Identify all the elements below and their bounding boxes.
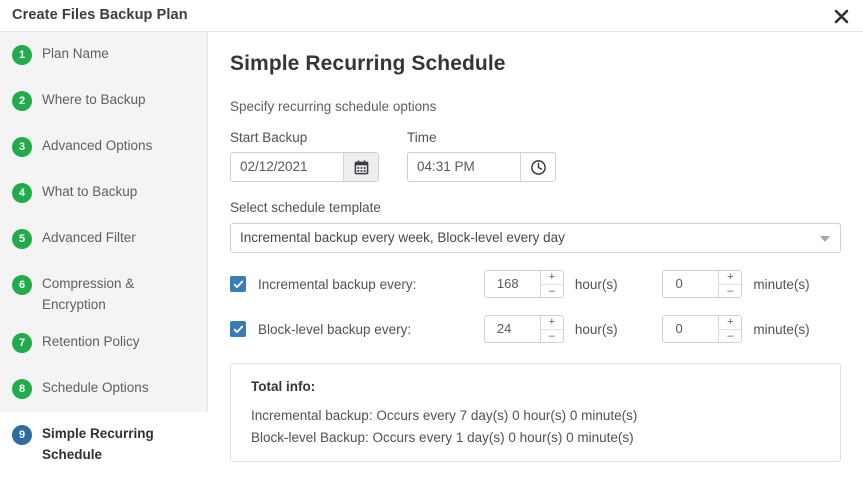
- sidebar-item-label: Simple Recurring Schedule: [42, 426, 154, 462]
- sidebar-item-where-to-backup[interactable]: 2 Where to Backup: [0, 78, 208, 124]
- dialog-title: Create Files Backup Plan: [12, 7, 188, 23]
- wizard-sidebar: 1 Plan Name 2 Where to Backup 3 Advanced…: [0, 32, 208, 502]
- block-level-minutes-increment-button[interactable]: +: [719, 316, 742, 330]
- create-backup-plan-dialog: Create Files Backup Plan 1 Plan Name 2 W…: [0, 0, 863, 502]
- total-info-line-incremental: Incremental backup: Occurs every 7 day(s…: [251, 408, 638, 423]
- step-badge-5: 5: [12, 229, 32, 249]
- sidebar-item-label: What to Backup: [42, 184, 138, 199]
- step-badge-4: 4: [12, 183, 32, 203]
- time-group: Time 04:31 PM: [407, 130, 556, 182]
- chevron-down-icon: [820, 236, 830, 242]
- incremental-hours-value[interactable]: 168: [485, 271, 540, 297]
- start-backup-group: Start Backup 02/12/2021: [230, 130, 379, 182]
- step-badge-6: 6: [12, 275, 32, 295]
- incremental-minutes-decrement-button[interactable]: –: [719, 285, 742, 297]
- block-level-hours-value[interactable]: 24: [485, 316, 540, 342]
- block-level-backup-row: Block-level backup every: 24 + – hour(s)…: [230, 315, 841, 343]
- block-level-minutes-value[interactable]: 0: [663, 316, 718, 342]
- sidebar-item-compression-encryption[interactable]: 6 Compression & Encryption: [0, 262, 208, 320]
- incremental-backup-label: Incremental backup every:: [258, 276, 417, 292]
- page-title: Simple Recurring Schedule: [230, 52, 506, 75]
- block-level-minutes-decrement-button[interactable]: –: [719, 330, 742, 342]
- block-level-backup-checkbox[interactable]: [230, 321, 246, 337]
- incremental-minutes-stepper-buttons: + –: [718, 271, 742, 297]
- schedule-template-value: Incremental backup every week, Block-lev…: [240, 230, 565, 245]
- block-level-hours-unit: hour(s): [574, 321, 618, 337]
- step-badge-2: 2: [12, 91, 32, 111]
- time-control[interactable]: 04:31 PM: [407, 152, 556, 182]
- incremental-backup-row: Incremental backup every: 168 + – hour(s…: [230, 270, 841, 298]
- total-info-line-block-level: Block-level Backup: Occurs every 1 day(s…: [251, 430, 634, 445]
- sidebar-item-plan-name[interactable]: 1 Plan Name: [0, 32, 208, 78]
- incremental-minutes-stepper[interactable]: 0 + –: [662, 270, 743, 298]
- total-info-title: Total info:: [251, 379, 316, 394]
- sidebar-item-schedule-options[interactable]: 8 Schedule Options: [0, 366, 208, 412]
- page-subtitle: Specify recurring schedule options: [230, 99, 437, 114]
- sidebar-item-simple-recurring-schedule[interactable]: 9 Simple Recurring Schedule: [0, 412, 208, 470]
- incremental-hours-increment-button[interactable]: +: [540, 271, 563, 285]
- step-badge-9: 9: [12, 425, 32, 445]
- start-backup-label: Start Backup: [230, 130, 308, 145]
- schedule-template-select[interactable]: Incremental backup every week, Block-lev…: [230, 223, 841, 253]
- block-level-minutes-stepper-buttons: + –: [718, 316, 742, 342]
- datetime-row: Start Backup 02/12/2021 Time 04:31 PM: [230, 130, 841, 182]
- block-level-minutes-unit: minute(s): [753, 321, 810, 337]
- block-level-minutes-stepper[interactable]: 0 + –: [662, 315, 743, 343]
- block-level-hours-decrement-button[interactable]: –: [540, 330, 563, 342]
- wizard-step-list: 1 Plan Name 2 Where to Backup 3 Advanced…: [0, 32, 208, 470]
- incremental-hours-decrement-button[interactable]: –: [540, 285, 563, 297]
- block-level-hours-increment-button[interactable]: +: [540, 316, 563, 330]
- sidebar-item-label: Compression & Encryption: [42, 276, 135, 312]
- sidebar-item-label: Retention Policy: [42, 334, 140, 349]
- sidebar-item-label: Advanced Filter: [42, 230, 136, 245]
- incremental-backup-checkbox[interactable]: [230, 276, 246, 292]
- sidebar-item-label: Where to Backup: [42, 92, 146, 107]
- incremental-hours-unit: hour(s): [574, 276, 618, 292]
- sidebar-item-label: Plan Name: [42, 46, 109, 61]
- block-level-hours-stepper-buttons: + –: [539, 316, 563, 342]
- incremental-minutes-unit: minute(s): [753, 276, 810, 292]
- incremental-hours-stepper[interactable]: 168 + –: [483, 270, 564, 298]
- sidebar-item-what-to-backup[interactable]: 4 What to Backup: [0, 170, 208, 216]
- sidebar-item-advanced-filter[interactable]: 5 Advanced Filter: [0, 216, 208, 262]
- step-badge-7: 7: [12, 333, 32, 353]
- calendar-icon[interactable]: [343, 153, 378, 181]
- sidebar-item-label: Schedule Options: [42, 380, 149, 395]
- step-badge-1: 1: [12, 45, 32, 65]
- step-badge-3: 3: [12, 137, 32, 157]
- total-info-panel: Total info: Incremental backup: Occurs e…: [230, 363, 841, 462]
- dialog-titlebar: Create Files Backup Plan: [0, 0, 863, 32]
- incremental-hours-stepper-buttons: + –: [539, 271, 563, 297]
- sidebar-item-label: Advanced Options: [42, 138, 153, 153]
- sidebar-item-retention-policy[interactable]: 7 Retention Policy: [0, 320, 208, 366]
- block-level-backup-label: Block-level backup every:: [258, 321, 412, 337]
- incremental-minutes-increment-button[interactable]: +: [719, 271, 742, 285]
- start-backup-date-input[interactable]: 02/12/2021: [231, 153, 343, 181]
- close-icon[interactable]: [827, 2, 855, 30]
- block-level-hours-stepper[interactable]: 24 + –: [483, 315, 564, 343]
- incremental-minutes-value[interactable]: 0: [663, 271, 718, 297]
- start-backup-control[interactable]: 02/12/2021: [230, 152, 379, 182]
- time-label: Time: [407, 130, 437, 145]
- schedule-template-label: Select schedule template: [230, 200, 381, 215]
- sidebar-item-advanced-options[interactable]: 3 Advanced Options: [0, 124, 208, 170]
- time-input[interactable]: 04:31 PM: [408, 153, 520, 181]
- step-badge-8: 8: [12, 379, 32, 399]
- clock-icon[interactable]: [520, 153, 555, 181]
- dialog-body: 1 Plan Name 2 Where to Backup 3 Advanced…: [0, 32, 863, 502]
- main-content: Simple Recurring Schedule Specify recurr…: [208, 32, 863, 502]
